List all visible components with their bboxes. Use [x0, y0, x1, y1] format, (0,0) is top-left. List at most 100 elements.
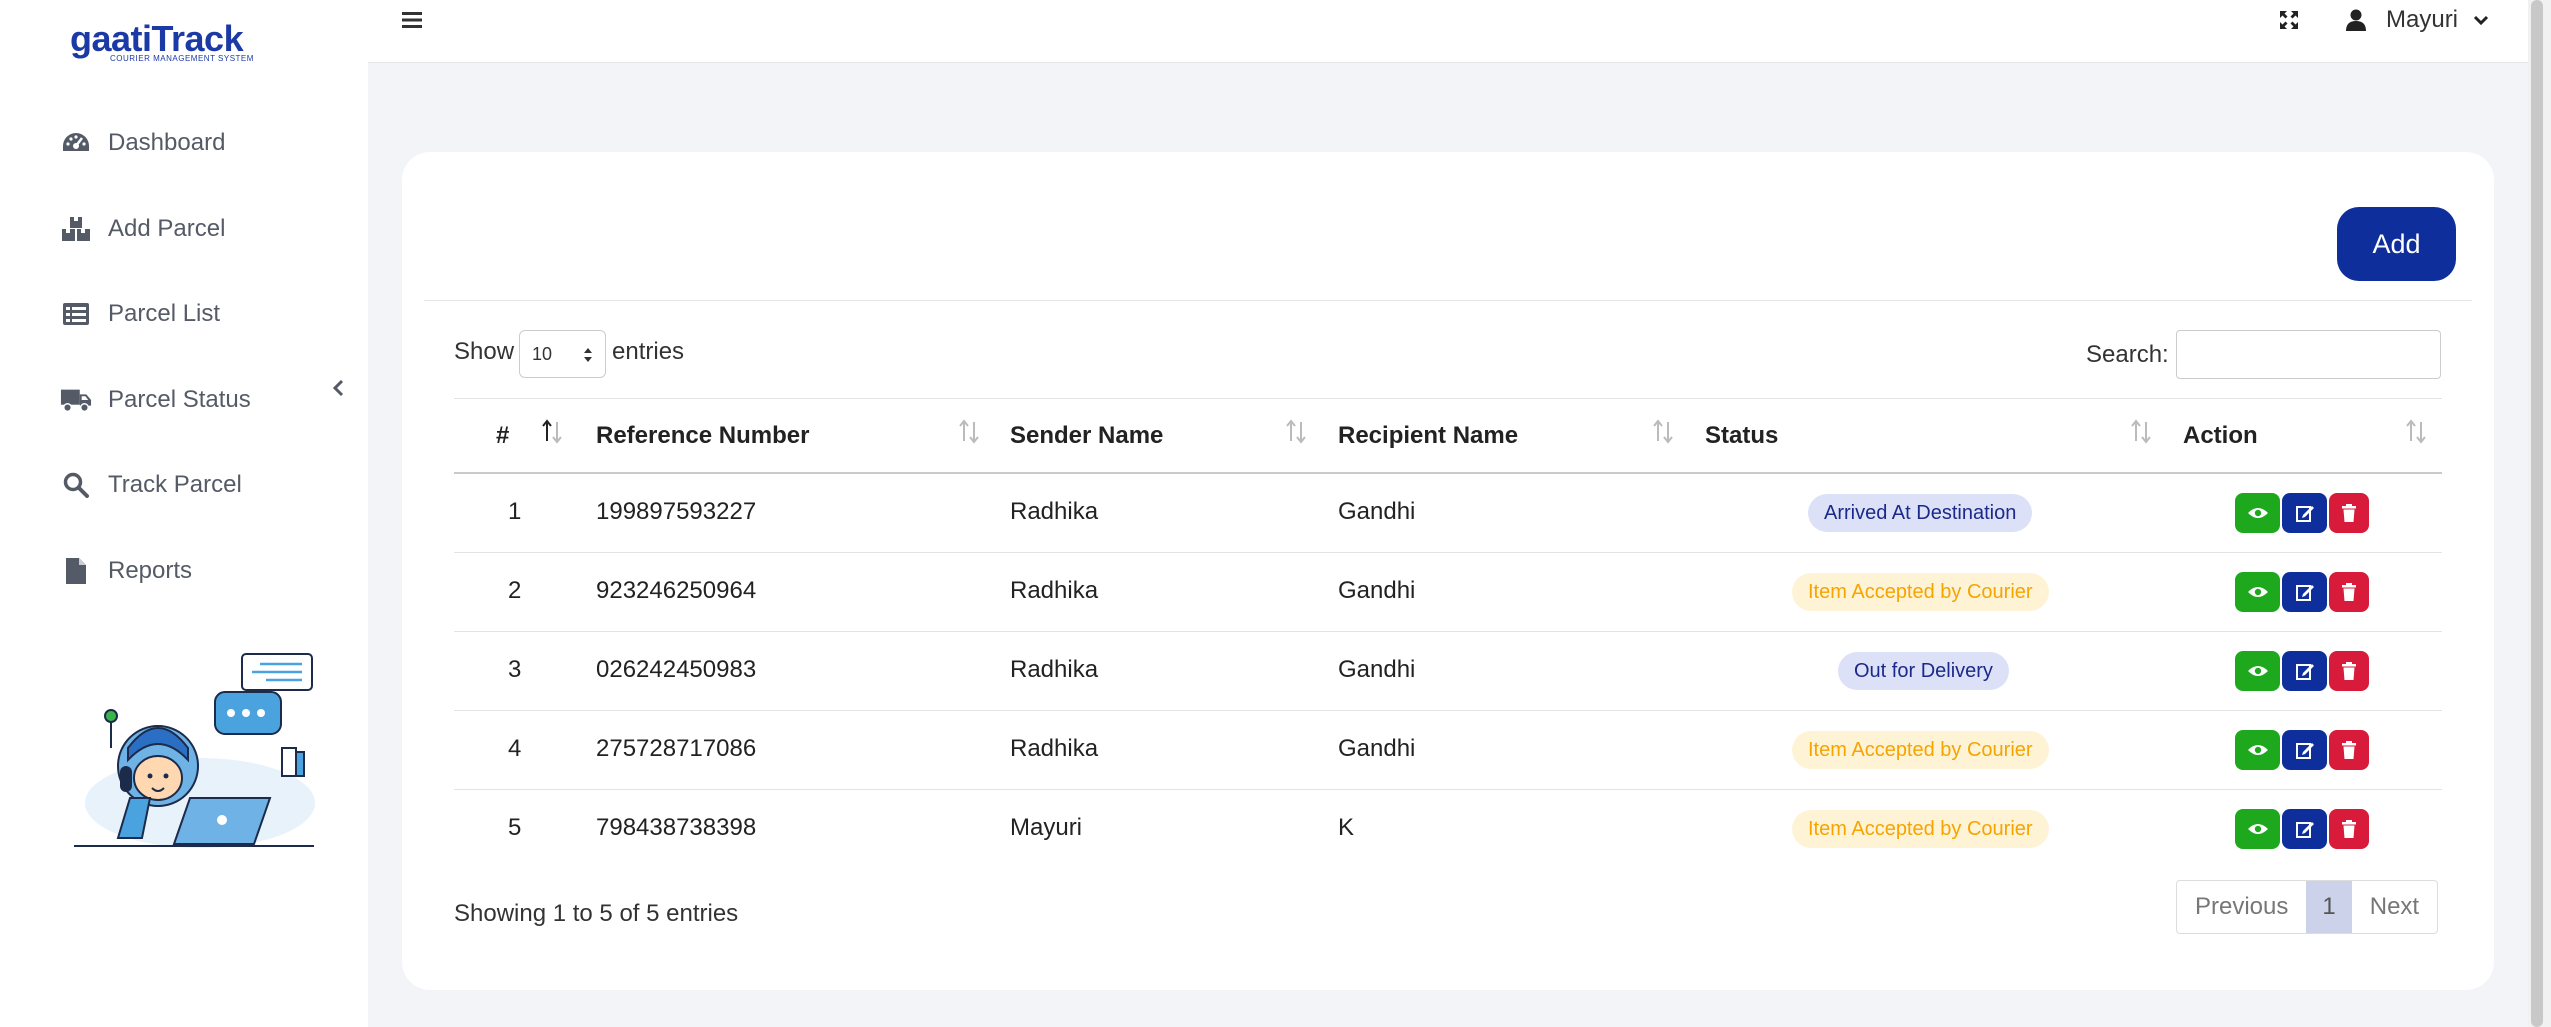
user-name: Mayuri	[2386, 6, 2459, 33]
sidebar-item-label: Add Parcel	[108, 215, 226, 242]
edit-icon	[2295, 743, 2314, 759]
edit-button[interactable]	[2282, 651, 2327, 691]
edit-button[interactable]	[2282, 572, 2327, 612]
column-header-status[interactable]: Status	[1705, 422, 1778, 450]
scrollbar-thumb[interactable]	[2531, 0, 2543, 1027]
support-agent-illustration	[70, 648, 320, 848]
edit-button[interactable]	[2282, 730, 2327, 770]
chevron-down-icon	[2472, 13, 2490, 27]
delete-button[interactable]	[2329, 809, 2369, 849]
trash-icon	[2342, 820, 2356, 838]
row-number: 1	[508, 498, 522, 525]
page-1-button[interactable]: 1	[2306, 881, 2352, 933]
edit-button[interactable]	[2282, 809, 2327, 849]
delete-button[interactable]	[2329, 651, 2369, 691]
entries-label: entries	[612, 338, 685, 365]
status-badge: Item Accepted by Courier	[1792, 810, 2049, 848]
search-icon	[60, 471, 92, 499]
edit-icon	[2295, 822, 2314, 838]
next-page-button[interactable]: Next	[2352, 881, 2437, 933]
user-menu[interactable]: Mayuri	[2344, 4, 2490, 36]
eye-icon	[2247, 824, 2268, 834]
view-button[interactable]	[2235, 809, 2280, 849]
column-header-action[interactable]: Action	[2183, 422, 2258, 450]
delete-button[interactable]	[2329, 730, 2369, 770]
brand-logo[interactable]: gaatiTrack COURIER MANAGEMENT SYSTEM	[66, 18, 276, 78]
chevron-left-icon[interactable]	[330, 376, 346, 400]
previous-page-button[interactable]: Previous	[2177, 881, 2306, 933]
sort-icon[interactable]	[2129, 417, 2153, 445]
eye-icon	[2247, 508, 2268, 518]
eye-icon	[2247, 587, 2268, 597]
sidebar-item-parcel-list[interactable]: Parcel List	[60, 294, 220, 334]
reference-number: 275728717086	[596, 735, 757, 762]
entries-per-page-select[interactable]: 10	[519, 330, 606, 378]
sender-name: Radhika	[1010, 577, 1099, 604]
sidebar-item-label: Track Parcel	[108, 471, 242, 498]
truck-icon	[60, 386, 92, 414]
eye-icon	[2247, 666, 2268, 676]
view-button[interactable]	[2235, 493, 2280, 533]
table-row: 2 923246250964 Radhika Gandhi Item Accep…	[454, 553, 2442, 632]
sender-name: Radhika	[1010, 498, 1099, 525]
column-header-recipient-name[interactable]: Recipient Name	[1338, 422, 1518, 450]
sidebar: gaatiTrack COURIER MANAGEMENT SYSTEM Das…	[0, 0, 368, 1027]
reference-number: 923246250964	[596, 577, 757, 604]
sort-icon[interactable]	[957, 417, 981, 445]
delete-button[interactable]	[2329, 572, 2369, 612]
list-icon	[60, 300, 92, 328]
sidebar-item-label: Dashboard	[108, 129, 226, 156]
user-icon	[2344, 8, 2368, 32]
brand-tagline: COURIER MANAGEMENT SYSTEM	[110, 54, 254, 63]
status-badge: Item Accepted by Courier	[1792, 573, 2049, 611]
show-label: Show	[454, 338, 515, 365]
column-header-sender-name[interactable]: Sender Name	[1010, 422, 1163, 450]
sidebar-item-track-parcel[interactable]: Track Parcel	[60, 465, 242, 505]
view-button[interactable]	[2235, 651, 2280, 691]
sidebar-item-add-parcel[interactable]: Add Parcel	[60, 209, 225, 249]
row-number: 2	[508, 577, 522, 604]
row-number: 4	[508, 735, 522, 762]
sidebar-item-parcel-status[interactable]: Parcel Status	[60, 380, 251, 420]
row-number: 5	[508, 814, 522, 841]
table-row: 5 798438738398 Mayuri K Item Accepted by…	[454, 790, 2442, 869]
parcel-table: # Reference Number Sender Name Recipient…	[454, 398, 2442, 869]
fullscreen-expand-icon[interactable]	[2277, 8, 2301, 32]
status-badge: Item Accepted by Courier	[1792, 731, 2049, 769]
edit-icon	[2295, 664, 2314, 680]
divider	[424, 300, 2472, 301]
sender-name: Radhika	[1010, 735, 1099, 762]
recipient-name: Gandhi	[1338, 656, 1416, 683]
sidebar-item-label: Parcel Status	[108, 386, 251, 413]
table-info: Showing 1 to 5 of 5 entries	[454, 900, 739, 927]
status-badge: Arrived At Destination	[1808, 494, 2033, 532]
select-arrows-icon	[583, 345, 593, 365]
view-button[interactable]	[2235, 730, 2280, 770]
search-input[interactable]	[2176, 330, 2441, 379]
table-row: 1 199897593227 Radhika Gandhi Arrived At…	[454, 474, 2442, 553]
hamburger-menu-icon[interactable]	[400, 8, 424, 32]
sidebar-item-reports[interactable]: Reports	[60, 551, 192, 591]
status-badge: Out for Delivery	[1838, 652, 2009, 690]
add-button[interactable]: Add	[2337, 207, 2456, 281]
edit-button[interactable]	[2282, 493, 2327, 533]
sort-icon[interactable]	[1651, 417, 1675, 445]
delete-button[interactable]	[2329, 493, 2369, 533]
sort-icon[interactable]	[1284, 417, 1308, 445]
sort-ascending-icon[interactable]	[540, 417, 564, 445]
eye-icon	[2247, 745, 2268, 755]
sort-icon[interactable]	[2404, 417, 2428, 445]
sidebar-item-dashboard[interactable]: Dashboard	[60, 123, 225, 163]
recipient-name: Gandhi	[1338, 498, 1416, 525]
trash-icon	[2342, 583, 2356, 601]
recipient-name: Gandhi	[1338, 735, 1416, 762]
entries-select-value: 10	[532, 343, 553, 364]
reference-number: 199897593227	[596, 498, 757, 525]
column-header-number[interactable]: #	[496, 422, 509, 450]
top-bar	[368, 0, 2551, 63]
column-header-reference-number[interactable]: Reference Number	[596, 422, 809, 450]
row-number: 3	[508, 656, 522, 683]
trash-icon	[2342, 504, 2356, 522]
view-button[interactable]	[2235, 572, 2280, 612]
reference-number: 026242450983	[596, 656, 757, 683]
